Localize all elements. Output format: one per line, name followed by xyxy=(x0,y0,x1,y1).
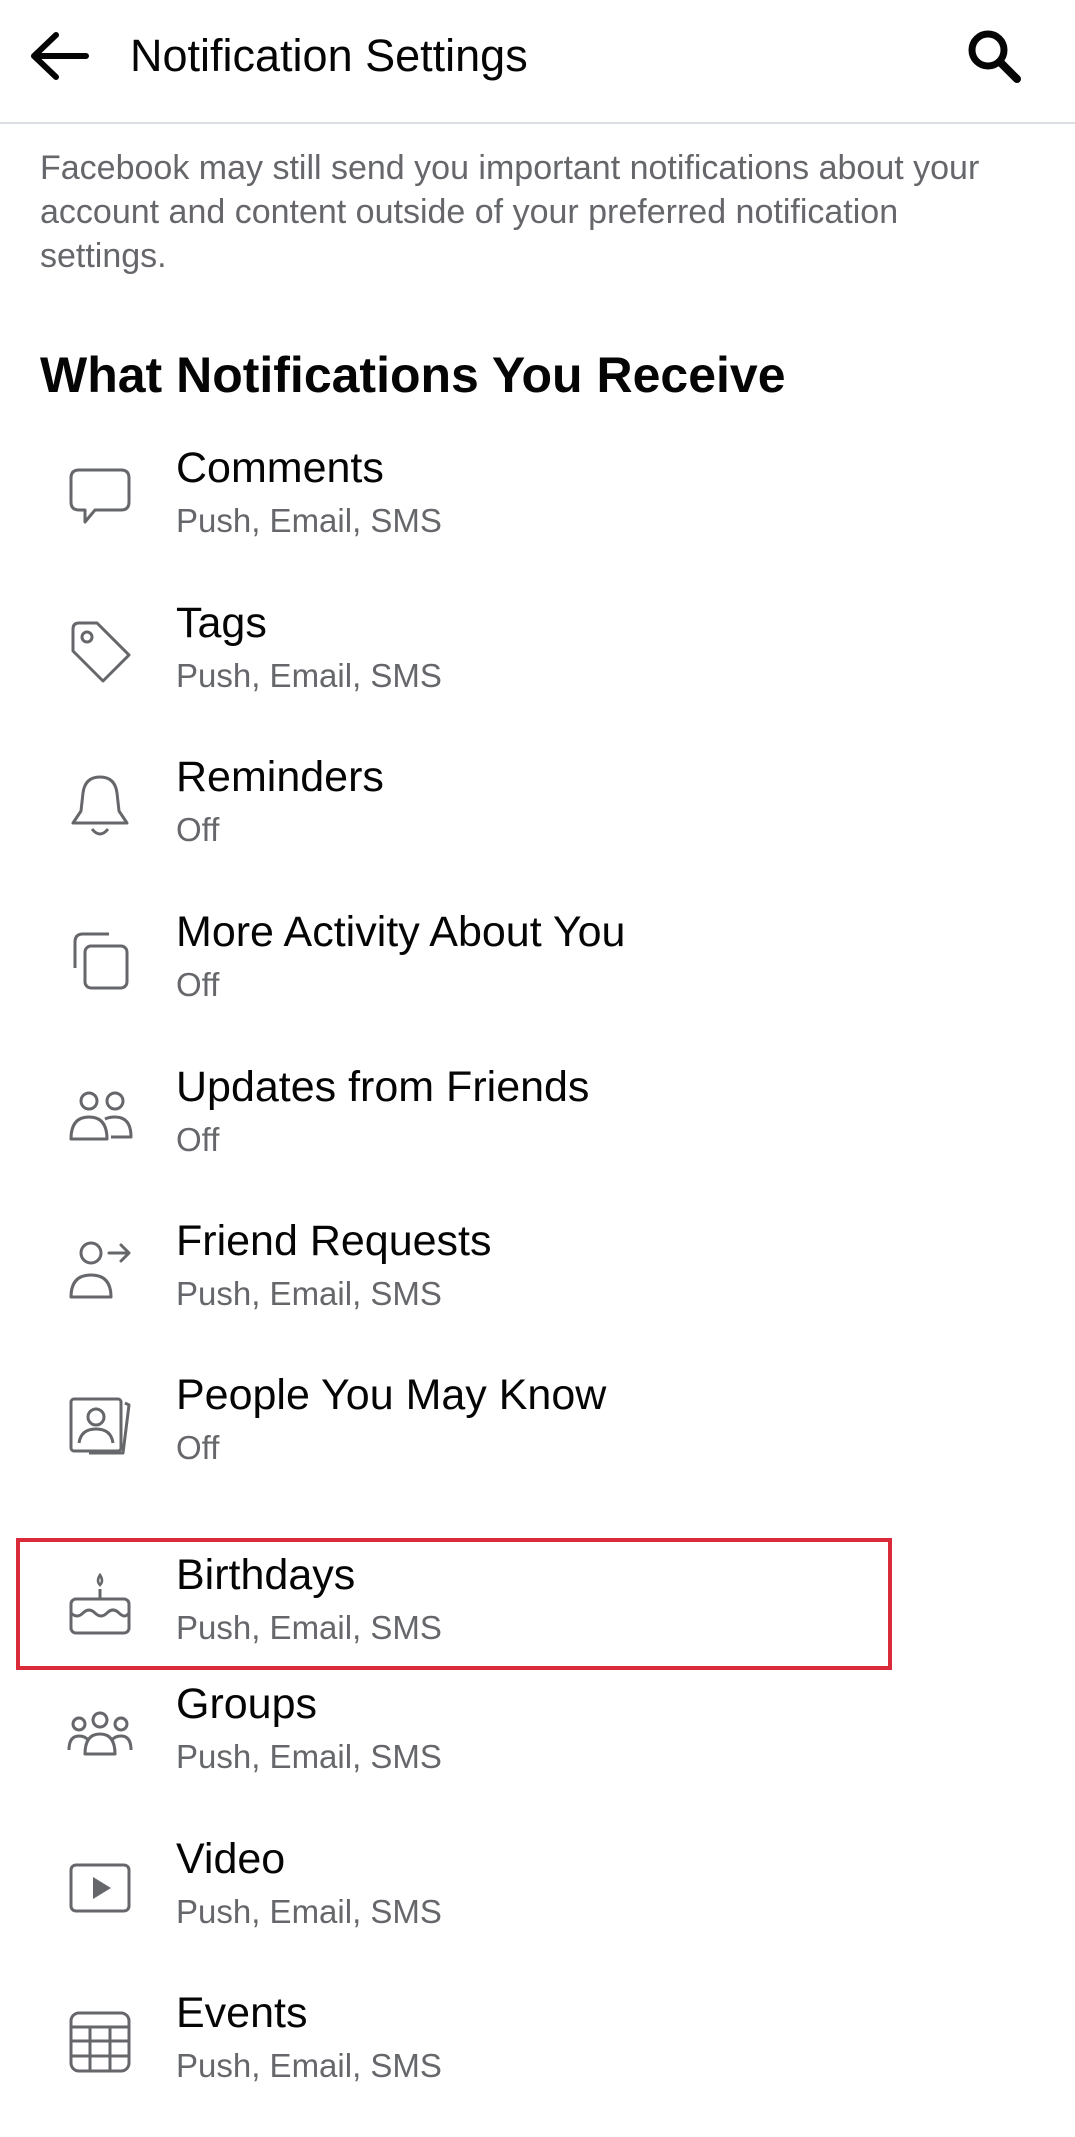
item-subtitle: Push, Email, SMS xyxy=(176,2047,442,2084)
item-subtitle: Off xyxy=(176,1121,220,1158)
tag-icon xyxy=(60,612,140,692)
item-title: Tags xyxy=(176,599,267,647)
calendar-icon xyxy=(60,2002,140,2082)
item-subtitle: Push, Email, SMS xyxy=(176,1738,442,1775)
list-item-comments[interactable]: Comments Push, Email, SMS xyxy=(16,431,892,563)
notification-disclaimer: Facebook may still send you important no… xyxy=(40,149,980,275)
item-title: People You May Know xyxy=(176,1371,607,1419)
item-title: Birthdays xyxy=(176,1551,356,1599)
item-subtitle: Push, Email, SMS xyxy=(176,1609,442,1646)
list-item-birthdays[interactable]: Birthdays Push, Email, SMS xyxy=(16,1538,892,1670)
person-arrow-icon xyxy=(60,1230,140,1310)
item-subtitle: Off xyxy=(176,1429,220,1466)
bell-icon xyxy=(60,766,140,846)
item-title: Comments xyxy=(176,444,384,492)
item-subtitle: Off xyxy=(176,811,220,848)
stacked-squares-icon xyxy=(60,921,140,1001)
list-item-updates-from-friends[interactable]: Updates from Friends Off xyxy=(16,1050,892,1182)
item-title: Events xyxy=(176,1989,308,2037)
item-title: More Activity About You xyxy=(176,908,626,956)
item-title: Friend Requests xyxy=(176,1217,492,1265)
top-app-bar: Notification Settings xyxy=(0,0,1075,124)
list-item-people-you-may-know[interactable]: People You May Know Off xyxy=(16,1358,892,1490)
friends-icon xyxy=(60,1076,140,1156)
item-subtitle: Push, Email, SMS xyxy=(176,1275,442,1312)
item-title: Reminders xyxy=(176,753,384,801)
list-item-reminders[interactable]: Reminders Off xyxy=(16,740,892,872)
list-item-more-activity[interactable]: More Activity About You Off xyxy=(16,895,892,1027)
play-icon xyxy=(60,1848,140,1928)
comment-icon xyxy=(60,457,140,537)
item-subtitle: Off xyxy=(176,966,220,1003)
cake-icon xyxy=(60,1564,140,1644)
list-item-groups[interactable]: Groups Push, Email, SMS xyxy=(16,1667,892,1799)
section-heading: What Notifications You Receive xyxy=(40,347,786,403)
item-subtitle: Push, Email, SMS xyxy=(176,657,442,694)
back-button[interactable] xyxy=(28,24,92,88)
item-title: Groups xyxy=(176,1680,318,1728)
item-subtitle: Push, Email, SMS xyxy=(176,1893,442,1930)
item-subtitle: Push, Email, SMS xyxy=(176,502,442,539)
group-icon xyxy=(60,1693,140,1773)
list-item-video[interactable]: Video Push, Email, SMS xyxy=(16,1822,892,1954)
arrow-left-icon xyxy=(30,31,90,81)
search-button[interactable] xyxy=(958,24,1028,88)
portrait-icon xyxy=(60,1384,140,1464)
list-item-friend-requests[interactable]: Friend Requests Push, Email, SMS xyxy=(16,1204,892,1336)
item-title: Video xyxy=(176,1835,286,1883)
list-item-events[interactable]: Events Push, Email, SMS xyxy=(16,1976,892,2108)
item-title: Updates from Friends xyxy=(176,1063,590,1111)
list-item-tags[interactable]: Tags Push, Email, SMS xyxy=(16,586,892,718)
page-title: Notification Settings xyxy=(130,30,528,81)
search-icon xyxy=(963,26,1023,86)
